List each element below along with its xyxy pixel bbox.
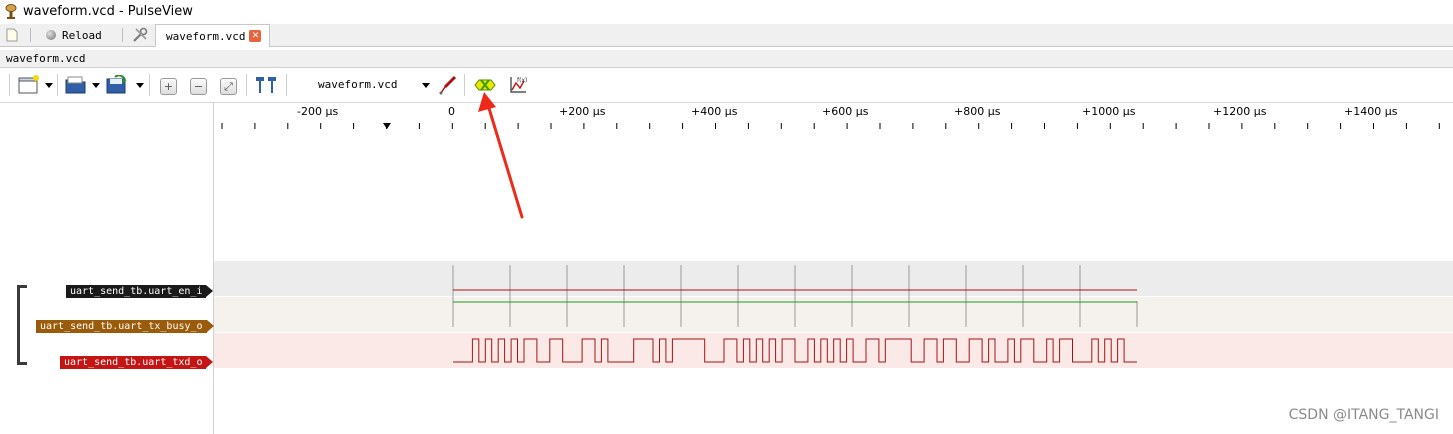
math-icon-text: f(x): [517, 77, 527, 84]
pulseview-app-icon: [5, 4, 17, 19]
cursor-button[interactable]: [254, 75, 278, 95]
zoom-in-button[interactable]: +: [160, 78, 177, 95]
signal-label-uart-txd[interactable]: uart_send_tb.uart_txd_o: [60, 356, 214, 369]
session-tab-strip: Reload waveform.vcd ✕: [0, 24, 1453, 47]
toolbar-separator: [464, 74, 465, 96]
trace-uart-txd: [453, 338, 1137, 363]
zoom-out-icon: −: [193, 80, 204, 93]
reload-label: Reload: [62, 28, 102, 42]
new-view-icon: [18, 75, 39, 94]
toolbar-separator: [286, 74, 287, 96]
reload-icon: [46, 30, 56, 40]
settings-button[interactable]: [132, 24, 148, 46]
ruler-ticks: [221, 123, 1440, 129]
zoom-in-icon: +: [163, 80, 174, 93]
signal-label-uart-en[interactable]: uart_send_tb.uart_en_i: [66, 285, 214, 298]
device-dropdown-arrow[interactable]: [422, 83, 430, 88]
tab-separator: [30, 28, 31, 42]
device-selector[interactable]: waveform.vcd: [318, 78, 397, 91]
toolbar-grip: [9, 74, 10, 96]
zoom-fit-icon: ⤢: [224, 79, 233, 93]
toolbar-separator: [149, 74, 150, 96]
open-dropdown-arrow[interactable]: [92, 83, 100, 88]
toolbar-separator: [57, 74, 58, 96]
cursor-markers-icon: [256, 77, 276, 93]
configure-device-button[interactable]: [438, 75, 458, 95]
signal-header-column: [0, 103, 214, 434]
session-tab-label: waveform.vcd: [166, 29, 246, 43]
reload-button[interactable]: Reload: [46, 24, 102, 46]
open-folder-icon: [65, 76, 86, 94]
session-label: waveform.vcd: [6, 52, 86, 65]
new-view-dropdown-arrow[interactable]: [45, 83, 53, 88]
tab-separator: [122, 28, 123, 42]
signal-group-bracket[interactable]: [17, 285, 27, 365]
zoom-out-button[interactable]: −: [190, 78, 207, 95]
tools-icon: [133, 27, 148, 42]
watermark-text: CSDN @ITANG_TANGI: [1288, 407, 1439, 423]
save-dropdown-arrow[interactable]: [136, 83, 144, 88]
trigger-marker-icon[interactable]: [383, 123, 391, 129]
main-toolbar: + − ⤢ waveform.vcd f(x): [0, 68, 1453, 103]
waveform-canvas[interactable]: [214, 261, 1453, 371]
save-button[interactable]: [105, 74, 129, 95]
session-label-bar: waveform.vcd: [0, 50, 1453, 68]
probe-icon: [439, 75, 457, 95]
edge-marker-lines: [452, 265, 1138, 327]
new-view-button[interactable]: [18, 75, 40, 95]
signal-label-uart-tx-busy[interactable]: uart_send_tb.uart_tx_busy_o: [36, 320, 214, 333]
save-icon: [106, 74, 126, 94]
open-button[interactable]: [65, 75, 87, 95]
close-icon[interactable]: ✕: [249, 30, 262, 42]
new-session-button[interactable]: [6, 24, 18, 46]
tab-session-waveform[interactable]: waveform.vcd ✕: [155, 24, 270, 47]
annotation-arrow: [478, 92, 524, 219]
zoom-fit-button[interactable]: ⤢: [220, 78, 237, 95]
toolbar-separator: [246, 74, 247, 96]
new-document-icon: [6, 28, 18, 42]
title-bar: waveform.vcd - PulseView: [0, 0, 1453, 24]
ruler-tick-marks: [221, 123, 1440, 129]
window-title: waveform.vcd - PulseView: [23, 4, 193, 19]
